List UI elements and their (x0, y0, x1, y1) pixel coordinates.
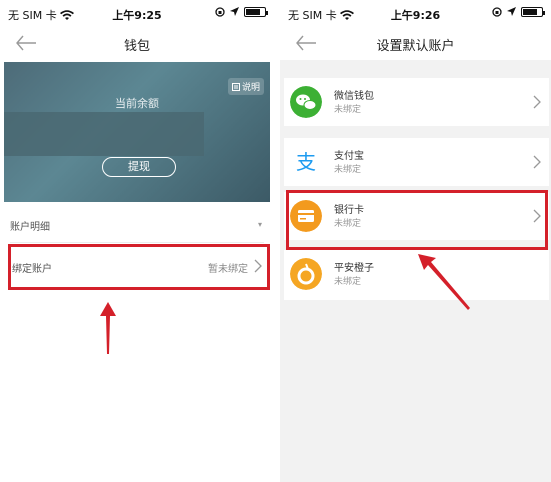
explain-label: 说明 (241, 83, 260, 93)
balance-amount-mask (4, 112, 204, 156)
svg-text:支: 支 (296, 150, 316, 174)
page-title: 设置默认账户 (376, 39, 455, 54)
balance-card: 说明 当前余额 提现 (4, 62, 270, 202)
divider (10, 242, 264, 243)
account-option-status: 未绑定 (334, 105, 362, 115)
pingan-orange-icon (290, 258, 322, 290)
status-icons (492, 7, 545, 17)
nav-bar: 设置默认账户 (280, 26, 551, 60)
account-option-status: 未绑定 (334, 277, 362, 287)
explain-icon (231, 82, 240, 91)
withdraw-button[interactable]: 提现 (102, 157, 176, 177)
account-detail-label: 账户明细 (10, 222, 50, 233)
default-account-screen: 无 SIM 卡 上午9:26 设置默认账户 微信钱包 未绑定 支 支付宝 未绑定… (280, 0, 551, 482)
lock-rotation-icon (492, 7, 502, 17)
status-bar: 无 SIM 卡 上午9:25 (0, 0, 274, 26)
red-arrow-icon (418, 254, 470, 310)
account-option-alipay[interactable]: 支 支付宝 未绑定 (284, 138, 549, 186)
nav-bar: 钱包 (0, 26, 274, 60)
chevron-down-icon: ▾ (257, 220, 262, 229)
wechat-icon (290, 86, 322, 118)
balance-label: 当前余额 (115, 97, 159, 110)
explain-button[interactable]: 说明 (227, 78, 264, 95)
chevron-right-icon (533, 95, 541, 109)
lock-rotation-icon (215, 7, 225, 17)
account-option-name: 平安橙子 (334, 263, 374, 274)
alipay-icon: 支 (292, 148, 320, 176)
status-icons (215, 7, 268, 17)
page-title: 钱包 (123, 39, 150, 54)
account-option-name: 微信钱包 (334, 91, 374, 102)
chevron-right-icon (533, 155, 541, 169)
location-icon (507, 7, 516, 16)
wallet-screen: 无 SIM 卡 上午9:25 钱包 说明 当前余额 提现 账户明细 ▾ 绑定账户… (0, 0, 274, 482)
account-detail-row[interactable]: 账户明细 ▾ (10, 218, 264, 236)
status-bar: 无 SIM 卡 上午9:26 (280, 0, 551, 26)
battery-icon (244, 7, 268, 17)
highlight-box (8, 244, 270, 290)
battery-icon (521, 7, 545, 17)
location-icon (230, 7, 239, 16)
highlight-box (286, 190, 548, 250)
account-option-wechat[interactable]: 微信钱包 未绑定 (284, 78, 549, 126)
red-arrow-icon (100, 302, 116, 354)
account-option-name: 支付宝 (334, 151, 364, 162)
account-option-status: 未绑定 (334, 165, 362, 175)
